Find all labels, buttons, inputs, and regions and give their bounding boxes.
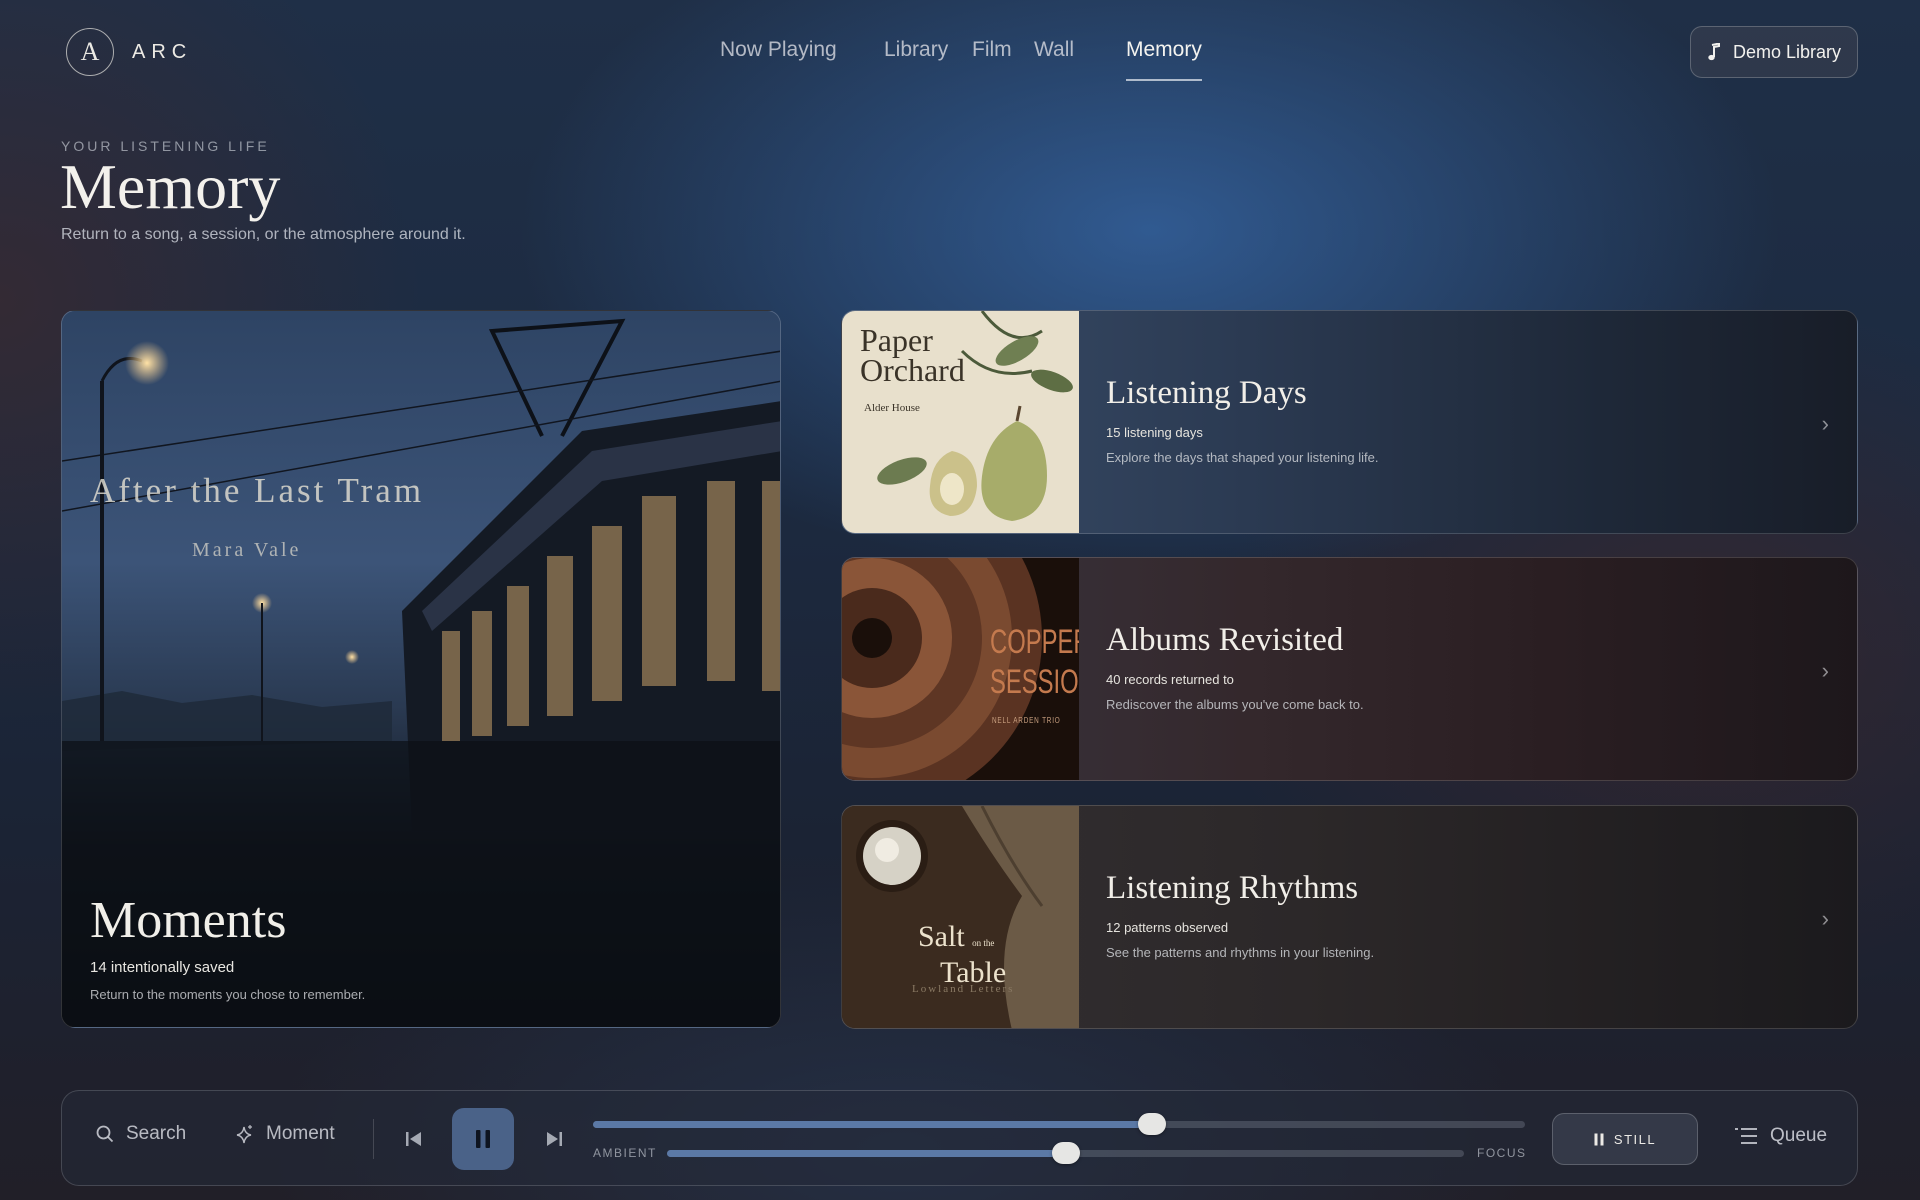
paper-orchard-art-artist: Alder House bbox=[864, 402, 920, 414]
paper-orchard-album-art: Paper Orchard Alder House bbox=[842, 311, 1079, 533]
moments-description: Return to the moments you chose to remem… bbox=[90, 987, 366, 1002]
paper-orchard-art-title: Paper Orchard bbox=[860, 322, 965, 388]
copper-session-art-artist: NELL ARDEN TRIO bbox=[992, 716, 1061, 725]
chevron-right-icon: › bbox=[1821, 906, 1829, 931]
moments-album-title: After the Last Tram bbox=[90, 471, 425, 510]
listening-days-stat: 15 listening days bbox=[1106, 425, 1203, 440]
page-subtitle: Return to a song, a session, or the atmo… bbox=[61, 226, 466, 243]
moment-label: Moment bbox=[266, 1123, 335, 1144]
demo-library-label: Demo Library bbox=[1732, 41, 1842, 62]
copper-session-art-title: COPPER SESSION bbox=[990, 622, 1079, 702]
moments-title: Moments bbox=[90, 892, 287, 949]
player-divider bbox=[373, 1119, 374, 1159]
search-icon bbox=[96, 1125, 114, 1143]
albums-revisited-description: Rediscover the albums you've come back t… bbox=[1106, 697, 1364, 712]
mix-handle[interactable] bbox=[1052, 1142, 1080, 1164]
copper-session-title-line1: COPPER bbox=[990, 623, 1079, 661]
page-title: Memory bbox=[60, 151, 281, 222]
pause-icon bbox=[476, 1130, 490, 1148]
progress-fill bbox=[593, 1121, 1152, 1128]
moments-count: 14 intentionally saved bbox=[90, 959, 235, 976]
music-note-icon bbox=[1708, 43, 1720, 61]
still-label: STILL bbox=[1613, 1131, 1657, 1147]
nav-film[interactable]: Film bbox=[972, 38, 1012, 62]
pause-small-icon bbox=[1594, 1133, 1604, 1145]
queue-list-icon bbox=[1735, 1128, 1757, 1144]
listening-days-card[interactable]: Paper Orchard Alder House Listening Days… bbox=[841, 310, 1858, 534]
listening-rhythms-card[interactable]: Salt on the Table Lowland Letters Listen… bbox=[841, 805, 1858, 1029]
nav-memory[interactable]: Memory bbox=[1126, 38, 1202, 81]
search-label: Search bbox=[126, 1123, 187, 1144]
sparkle-icon bbox=[236, 1125, 252, 1144]
previous-button[interactable] bbox=[402, 1127, 426, 1151]
salt-table-album-art: Salt on the Table Lowland Letters bbox=[842, 806, 1079, 1028]
albums-revisited-card[interactable]: COPPER SESSION NELL ARDEN TRIO Albums Re… bbox=[841, 557, 1858, 781]
mix-fill bbox=[667, 1150, 1066, 1157]
next-button[interactable] bbox=[542, 1127, 566, 1151]
nav-now-playing[interactable]: Now Playing bbox=[720, 38, 837, 62]
chevron-right-icon: › bbox=[1821, 411, 1829, 436]
copper-session-title-line2: SESSION bbox=[990, 663, 1079, 701]
mix-slider[interactable] bbox=[667, 1142, 1464, 1164]
nav-library[interactable]: Library bbox=[884, 38, 948, 62]
still-button[interactable]: STILL bbox=[1552, 1113, 1698, 1165]
player-bar: Search Moment AMBIENT FOCUS STILL Queue bbox=[61, 1090, 1858, 1186]
play-pause-button[interactable] bbox=[452, 1108, 514, 1170]
nav-wall[interactable]: Wall bbox=[1034, 38, 1074, 62]
mix-left-label: AMBIENT bbox=[593, 1146, 657, 1160]
listening-rhythms-description: See the patterns and rhythms in your lis… bbox=[1106, 945, 1375, 960]
skip-next-icon bbox=[547, 1132, 562, 1146]
albums-revisited-stat: 40 records returned to bbox=[1106, 672, 1234, 687]
salt-table-word1: Salt bbox=[918, 920, 965, 953]
salt-table-small-word: on the bbox=[972, 938, 995, 948]
progress-handle[interactable] bbox=[1138, 1113, 1166, 1135]
chevron-right-icon: › bbox=[1821, 658, 1829, 683]
progress-slider[interactable] bbox=[593, 1113, 1525, 1135]
salt-table-art-title: Salt on the Table bbox=[918, 922, 1006, 988]
moment-button[interactable]: Moment bbox=[236, 1123, 335, 1145]
skip-previous-icon bbox=[406, 1132, 421, 1146]
listening-days-description: Explore the days that shaped your listen… bbox=[1106, 450, 1379, 465]
search-button[interactable]: Search bbox=[96, 1123, 186, 1145]
main-nav: Now Playing Library Film Wall Memory bbox=[0, 38, 1920, 88]
queue-button[interactable]: Queue bbox=[1734, 1125, 1827, 1147]
queue-label: Queue bbox=[1770, 1125, 1828, 1146]
copper-session-album-art: COPPER SESSION NELL ARDEN TRIO bbox=[842, 558, 1079, 780]
mix-right-label: FOCUS bbox=[1477, 1146, 1527, 1160]
paper-orchard-title-line2: Orchard bbox=[860, 352, 965, 388]
moments-card[interactable]: After the Last Tram Mara Vale Moments 14… bbox=[61, 310, 781, 1028]
demo-library-button[interactable]: Demo Library bbox=[1690, 26, 1858, 78]
listening-rhythms-stat: 12 patterns observed bbox=[1106, 920, 1229, 935]
moments-album-artist: Mara Vale bbox=[192, 539, 302, 561]
salt-table-art-artist: Lowland Letters bbox=[912, 983, 1015, 995]
listening-days-title: Listening Days bbox=[1106, 375, 1307, 411]
paper-orchard-title-line1: Paper bbox=[860, 322, 933, 358]
listening-rhythms-title: Listening Rhythms bbox=[1106, 870, 1359, 906]
salt-bowl-illustration bbox=[842, 806, 1079, 1028]
albums-revisited-title: Albums Revisited bbox=[1106, 622, 1344, 658]
